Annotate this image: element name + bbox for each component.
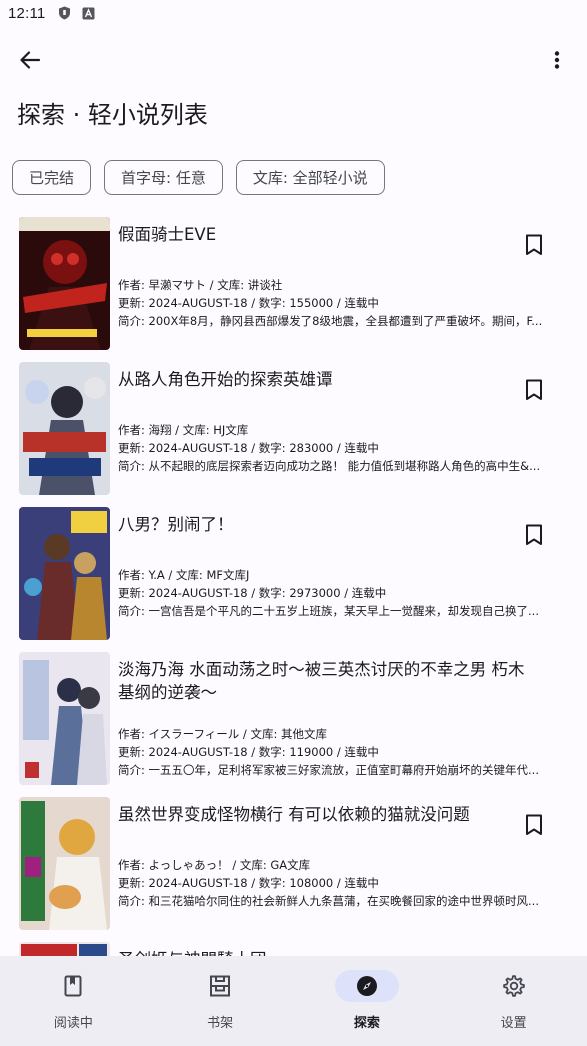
- bookmark-button[interactable]: [522, 378, 546, 402]
- bookmark-button[interactable]: [522, 233, 546, 257]
- status-bar: 12:11: [0, 0, 587, 26]
- bookmark-icon: [526, 379, 542, 400]
- bookmark-icon: [526, 524, 542, 545]
- gear-icon: [482, 970, 546, 1002]
- nav-settings-label: 设置: [500, 1016, 527, 1031]
- book-title: 虽然世界变成怪物横行 有可以依赖的猫就没问题: [118, 805, 470, 824]
- book-update: 更新: 2024-AUGUST-18 / 数字: 108000 / 连载中: [118, 876, 379, 890]
- book-intro: 简介: 和三花猫哈尔同住的社会新鲜人九条菖蒲，在买晚餐回家的途中世界顿时风...: [118, 894, 539, 908]
- book-title: 八男？别闹了！: [118, 515, 234, 534]
- book-author: 作者: 海翔 / 文库: HJ文库: [118, 423, 249, 437]
- compass-icon: [334, 970, 399, 1002]
- book-list-item[interactable]: 虽然世界变成怪物横行 有可以依赖的猫就没问题 作者: よっしゃあっ！ / 文库:…: [0, 793, 587, 933]
- book-cover: [19, 652, 110, 785]
- filter-completed-chip[interactable]: 已完结: [12, 160, 92, 195]
- book-author: 作者: よっしゃあっ！ / 文库: GA文库: [118, 858, 311, 872]
- book-author: 作者: イスラーフィール / 文库: 其他文库: [118, 727, 327, 741]
- book-update: 更新: 2024-AUGUST-18 / 数字: 283000 / 连载中: [118, 441, 379, 455]
- arrow-left-icon: [20, 51, 41, 69]
- book-list-item[interactable]: 从路人角色开始的探索英雄谭 作者: 海翔 / 文库: HJ文库 更新: 2024…: [0, 358, 587, 498]
- book-author: 作者: Y.A / 文库: MF文库J: [118, 568, 250, 582]
- book-title: 假面骑士EVE: [118, 225, 217, 244]
- a-box-icon: [81, 6, 95, 20]
- filter-chips: 已完结 首字母: 任意 文库: 全部轻小说: [12, 160, 385, 195]
- book-update: 更新: 2024-AUGUST-18 / 数字: 155000 / 连载中: [118, 296, 379, 310]
- nav-bookshelf-label: 书架: [207, 1016, 234, 1031]
- nav-reading-label: 阅读中: [53, 1016, 93, 1031]
- book-list-item[interactable]: 淡海乃海 水面动荡之时～被三英杰讨厌的不幸之男 朽木基纲的逆袭～ 作者: イスラ…: [0, 648, 587, 788]
- book-update: 更新: 2024-AUGUST-18 / 数字: 119000 / 连载中: [118, 745, 379, 759]
- bookmark-icon: [526, 234, 542, 255]
- book-intro: 简介: 一五五〇年，足利将军家被三好家流放，正值室町幕府开始崩坏的关键年代...: [118, 763, 539, 777]
- back-button[interactable]: [14, 46, 46, 74]
- nav-reading[interactable]: 阅读中: [0, 956, 147, 1046]
- book-intro: 简介: 从不起眼的底层探索者迈向成功之路！ 能力值低到堪称路人角色的高中生&..…: [118, 459, 541, 473]
- book-list-item[interactable]: 假面骑士EVE 作者: 早濑マサト / 文库: 讲谈社 更新: 2024-AUG…: [0, 213, 587, 353]
- more-vert-icon: [554, 51, 560, 69]
- filter-initial-chip[interactable]: 首字母: 任意: [104, 160, 223, 195]
- nav-explore-label: 探索: [353, 1016, 380, 1031]
- status-time: 12:11: [8, 4, 46, 22]
- bookmark-icon: [526, 814, 542, 835]
- book-cover: [19, 362, 110, 495]
- filter-library-chip[interactable]: 文库: 全部轻小说: [235, 160, 385, 195]
- nav-settings[interactable]: 设置: [440, 956, 587, 1046]
- book-intro: 简介: 一宫信吾是个平凡的二十五岁上班族，某天早上一觉醒来，却发现自己换了...: [118, 604, 539, 618]
- book-author: 作者: 早濑マサト / 文库: 讲谈社: [118, 278, 283, 292]
- book-cover: [19, 507, 110, 640]
- shield-icon: [57, 6, 71, 20]
- bookmark-button[interactable]: [522, 813, 546, 837]
- nav-explore[interactable]: 探索: [294, 956, 441, 1046]
- bottom-navigation: 阅读中 书架 探索 设置: [0, 956, 587, 1046]
- book-cover: [19, 217, 110, 350]
- book-update: 更新: 2024-AUGUST-18 / 数字: 2973000 / 连载中: [118, 586, 387, 600]
- app-bar: [0, 34, 587, 86]
- bookmark-button[interactable]: [522, 523, 546, 547]
- more-options-button[interactable]: [545, 46, 569, 74]
- book-intro: 简介: 200X年8月，静冈县西部爆发了8级地震，全县都遭到了严重破坏。期间，F…: [118, 314, 543, 328]
- book-title: 淡海乃海 水面动荡之时～被三英杰讨厌的不幸之男 朽木基纲的逆袭～: [118, 660, 525, 702]
- nav-bookshelf[interactable]: 书架: [147, 956, 294, 1046]
- book-list-item[interactable]: 八男？别闹了！ 作者: Y.A / 文库: MF文库J 更新: 2024-AUG…: [0, 503, 587, 643]
- book-icon: [41, 970, 105, 1002]
- page-title: 探索 · 轻小说列表: [17, 101, 208, 129]
- book-title: 从路人角色开始的探索英雄谭: [118, 370, 333, 389]
- book-cover: [19, 797, 110, 930]
- shelf-icon: [188, 970, 252, 1002]
